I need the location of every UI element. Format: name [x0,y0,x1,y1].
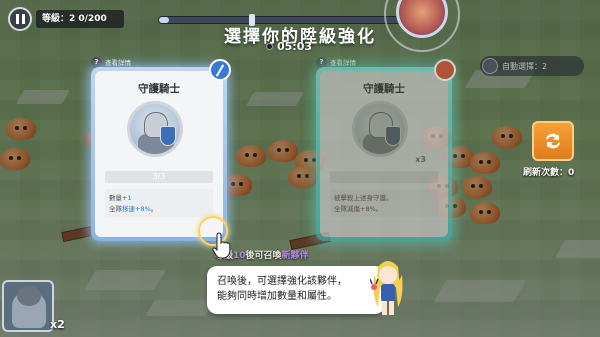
card-description: 數量+1 全隊移速+8%。 [105,189,213,217]
card-star-strip: 3/3 [105,171,213,183]
upgrade-card-1[interactable]: ? 查看詳情 守護騎士 3/3 數量+1 全隊移速+8%。 [91,55,231,241]
sword-icon [209,59,231,81]
refresh-count-label: 刷新次數：0 [523,168,575,178]
hero-count: x2 [50,318,65,331]
card-multiplier: x3 [415,155,426,164]
auto-icon [482,58,498,74]
question-icon: ? [91,56,102,68]
upgrade-card-2[interactable]: ? 查看詳情 守護騎士 x3 被擊殺上述身守護。 全隊減傷+8%。 [316,55,456,241]
knight-portrait [352,101,408,157]
card-title: 守護騎士 [363,83,405,95]
refresh-icon [546,133,560,149]
card-title: 守護騎士 [138,83,180,95]
shield-icon [434,59,456,81]
question-icon: ? [316,56,327,68]
refresh-button[interactable] [532,121,574,161]
knight-portrait [127,101,183,157]
card-description: 被擊殺上述身守護。 全隊減傷+8%。 [330,189,438,217]
tutorial-dialogue: 召喚後，可選擇強化該夥伴， 能夠同時增加數量和屬性。 [207,266,392,314]
timer-icon [266,43,273,50]
auto-select-label: 自動選擇：2 [502,61,548,71]
guide-character [370,261,403,315]
card-star-strip [330,171,438,183]
card-detail-label: 查看詳情 [330,59,356,67]
pointer-hand-icon [212,232,231,259]
card-detail-label: 查看詳情 [105,59,131,67]
hero-slot[interactable] [2,280,54,332]
timer-group: 05:03 [266,40,312,53]
timer-text: 05:03 [277,40,313,53]
auto-select-toggle[interactable]: 自動選擇：2 [480,56,584,76]
